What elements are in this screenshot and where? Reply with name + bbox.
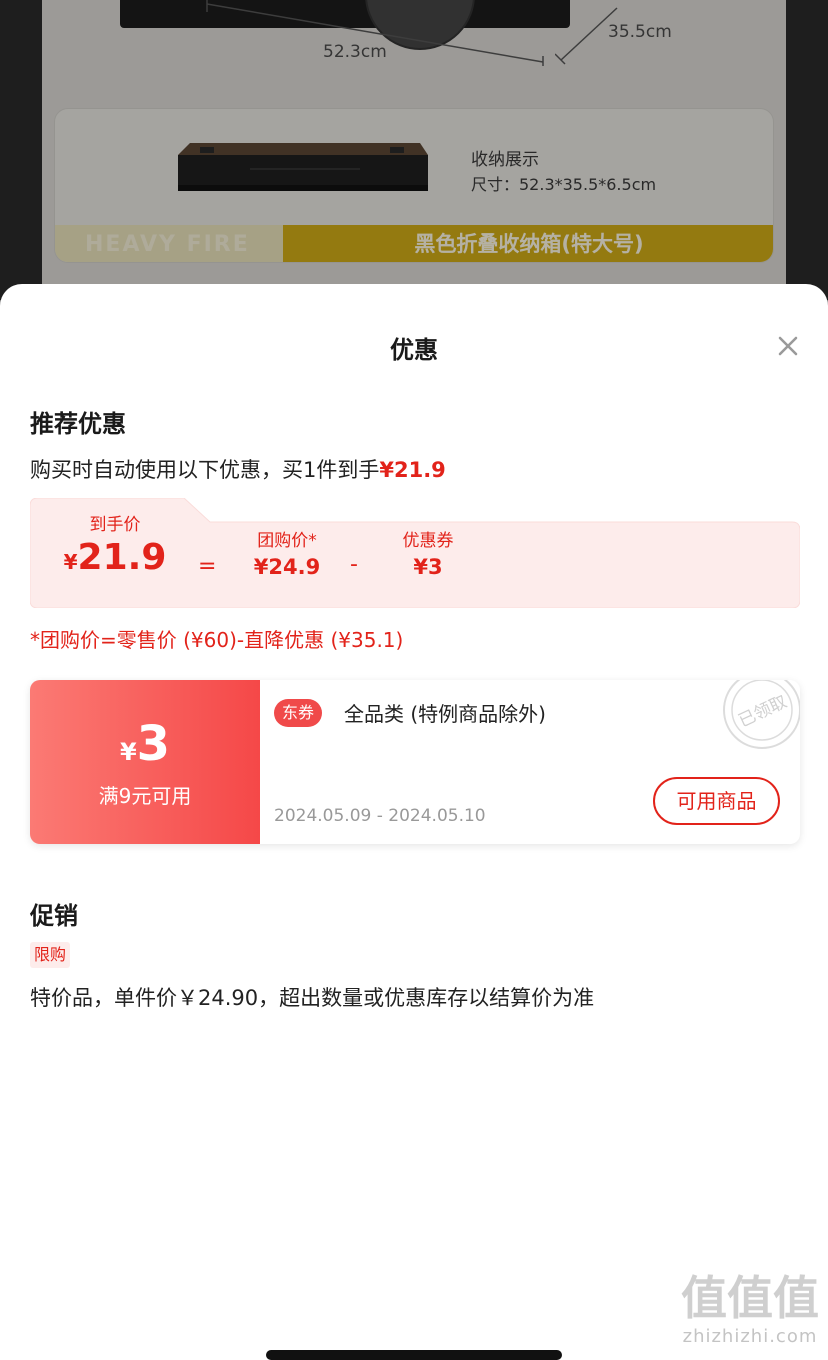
coupon-amount: ¥3 [30, 716, 260, 772]
coupon-label: 优惠券 [402, 531, 454, 551]
claimed-stamp-icon: 已领取 [723, 680, 800, 749]
recommend-desc-text: 购买时自动使用以下优惠，买1件到手 [30, 458, 380, 482]
close-button[interactable] [772, 330, 804, 362]
price-formula-note: *团购价=零售价 (¥60)-直降优惠 (¥35.1) [30, 628, 404, 652]
sheet-title: 优惠 [390, 336, 438, 364]
group-price-col: 团购价* ¥24.9 [242, 526, 332, 579]
minus-sign: - [350, 552, 358, 577]
coupon-col: 优惠券 ¥3 [388, 526, 468, 579]
coupon-card[interactable]: ¥3 满9元可用 东券 全品类 (特例商品除外) 2024.05.09 - 20… [30, 680, 800, 844]
coupon-value: ¥3 [413, 555, 443, 579]
coupon-condition: 满9元可用 [98, 784, 192, 808]
watermark-logo: 值值值 [681, 1271, 819, 1325]
promo-title: 促销 [30, 902, 78, 930]
group-price-value: ¥24.9 [253, 555, 321, 579]
equals-sign: = [198, 554, 217, 579]
coupon-amount-number: 3 [136, 716, 171, 772]
product-image-background: 52.3cm 35.5cm 收纳展示 尺寸：52.3*35.5*6.5cm HE… [0, 0, 828, 300]
recommend-title: 推荐优惠 [30, 410, 126, 438]
limit-badge: 限购 [30, 942, 71, 968]
price-breakdown: 到手价 ¥21.9 = 团购价* ¥24.9 - 优惠券 ¥3 [30, 498, 800, 608]
modal-overlay[interactable] [0, 0, 828, 300]
final-price-label: 到手价 [89, 515, 141, 535]
applicable-products-button[interactable]: 可用商品 [653, 777, 780, 825]
discount-sheet: 优惠 推荐优惠 购买时自动使用以下优惠，买1件到手¥21.9 到手价 ¥21.9… [0, 284, 828, 1360]
watermark-url: zhizhizhi.com [682, 1326, 818, 1347]
final-price-col: 到手价 ¥21.9 [60, 510, 170, 578]
final-price-value: ¥21.9 [60, 537, 170, 578]
site-watermark: 值值值 zhizhizhi.com [676, 1272, 824, 1360]
close-icon [778, 336, 798, 356]
recommend-desc-price: ¥21.9 [379, 458, 446, 482]
final-price-currency: ¥ [63, 550, 78, 574]
coupon-value-panel: ¥3 满9元可用 [30, 680, 260, 844]
coupon-type-tag: 东券 [274, 699, 323, 727]
coupon-validity-date: 2024.05.09 - 2024.05.10 [274, 806, 486, 826]
group-price-label: 团购价* [257, 531, 317, 551]
promo-description: 特价品，单件价￥24.90，超出数量或优惠库存以结算价为准 [30, 986, 595, 1010]
final-price-number: 21.9 [77, 537, 167, 578]
home-indicator[interactable] [266, 1350, 562, 1360]
coupon-currency: ¥ [119, 738, 137, 766]
coupon-scope: 全品类 (特例商品除外) [344, 702, 546, 726]
recommend-description: 购买时自动使用以下优惠，买1件到手¥21.9 [30, 454, 446, 484]
claimed-stamp-text: 已领取 [736, 692, 791, 732]
